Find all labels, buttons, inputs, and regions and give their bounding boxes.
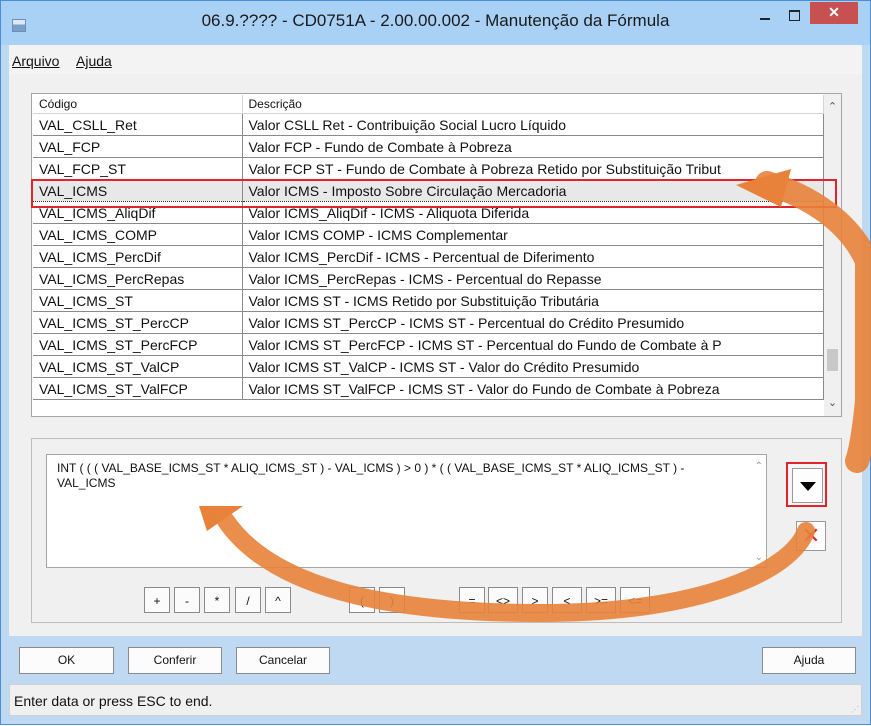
row-code: VAL_FCP (33, 135, 243, 158)
table-row[interactable]: VAL_ICMS_AliqDif Valor ICMS_AliqDif - ICM… (33, 201, 824, 224)
row-code: VAL_FCP_ST (33, 157, 243, 180)
row-description: Valor ICMS ST_ValCP - ICMS ST - Valor do… (242, 355, 824, 378)
row-description: Valor ICMS_PercRepas - ICMS - Percentual… (242, 267, 824, 290)
row-description: Valor ICMS ST_PercFCP - ICMS ST - Percen… (242, 333, 824, 356)
title-bar: 06.9.???? - CD0751A - 2.00.00.002 - Manu… (1, 1, 870, 45)
chevron-up-icon[interactable]: ⌃ (824, 100, 841, 114)
column-header-descricao[interactable]: Descrição (242, 95, 824, 114)
table-row[interactable]: VAL_FCP_ST Valor FCP ST - Fundo de Combat… (33, 157, 824, 180)
scroll-thumb[interactable] (827, 349, 838, 371)
row-code: VAL_ICMS_PercRepas (33, 267, 243, 290)
formula-maintenance-window: 06.9.???? - CD0751A - 2.00.00.002 - Manu… (0, 0, 871, 725)
table-row[interactable]: VAL_FCP Valor FCP - Fundo de Combate à Po… (33, 135, 824, 158)
insert-field-button[interactable] (786, 462, 827, 507)
operator-minus-button[interactable]: - (174, 587, 200, 613)
resize-grip-icon[interactable]: ⋰ (851, 705, 859, 714)
row-code: VAL_ICMS_AliqDif (33, 201, 243, 224)
row-description: Valor FCP - Fundo de Combate à Pobreza (242, 135, 824, 158)
menu-bar: Arquivo Ajuda (9, 45, 862, 76)
chevron-down-icon[interactable]: ⌄ (824, 396, 841, 410)
operator-plus-button[interactable]: + (144, 587, 170, 613)
row-description: Valor ICMS COMP - ICMS Complementar (242, 223, 824, 246)
table-row[interactable]: VAL_ICMS_ST_PercFCP Valor ICMS ST_PercFCP… (33, 333, 824, 356)
row-description: Valor ICMS_AliqDif - ICMS - Aliquota Dif… (242, 201, 824, 224)
table-row[interactable]: VAL_ICMS_ST_ValCP Valor ICMS ST_ValCP - I… (33, 355, 824, 378)
window-title: 06.9.???? - CD0751A - 2.00.00.002 - Manu… (201, 11, 670, 30)
table-row[interactable]: VAL_ICMS_ST_ValFCP Valor ICMS ST_ValFCP -… (33, 377, 824, 400)
table-row[interactable]: VAL_ICMS_PercDif Valor ICMS_PercDif - ICM… (33, 245, 824, 268)
action-bar: OK Conferir Cancelar Ajuda (9, 636, 862, 679)
menu-arquivo[interactable]: Arquivo (12, 53, 59, 69)
list-scrollbar[interactable]: ⌃ ⌄ (824, 94, 841, 416)
operator-divide-button[interactable]: / (235, 587, 261, 613)
row-description: Valor ICMS - Imposto Sobre Circulação Me… (242, 179, 824, 202)
close-paren-button[interactable]: ) (379, 587, 405, 613)
row-code: VAL_ICMS_ST_PercFCP (33, 333, 243, 356)
status-bar: Enter data or press ESC to end. ⋰ (9, 684, 862, 716)
row-description: Valor ICMS ST - ICMS Retido por Substitu… (242, 289, 824, 312)
operator-multiply-button[interactable]: * (204, 587, 230, 613)
row-code: VAL_ICMS_ST (33, 289, 243, 312)
row-description: Valor FCP ST - Fundo de Combate à Pobrez… (242, 157, 824, 180)
cancelar-button[interactable]: Cancelar (236, 647, 330, 674)
status-text: Enter data or press ESC to end. (14, 693, 213, 709)
chevron-up-icon[interactable]: ⌃ (755, 461, 763, 472)
conferir-button[interactable]: Conferir (128, 647, 222, 674)
row-description: Valor ICMS ST_PercCP - ICMS ST - Percent… (242, 311, 824, 334)
operator-power-button[interactable]: ^ (265, 587, 291, 613)
row-description: Valor ICMS_PercDif - ICMS - Percentual d… (242, 245, 824, 268)
row-code: VAL_ICMS_ST_ValCP (33, 355, 243, 378)
row-description: Valor ICMS ST_ValFCP - ICMS ST - Valor d… (242, 377, 824, 400)
table-row[interactable]: VAL_ICMS_ST_PercCP Valor ICMS ST_PercCP -… (33, 311, 824, 334)
row-code: VAL_ICMS_ST_ValFCP (33, 377, 243, 400)
column-header-codigo[interactable]: Código (33, 95, 243, 114)
row-code: VAL_ICMS_ST_PercCP (33, 311, 243, 334)
table-header: Código Descrição (33, 95, 824, 114)
table-row[interactable]: VAL_ICMS_ST Valor ICMS ST - ICMS Retido p… (33, 289, 824, 312)
table-row-selected[interactable]: VAL_ICMS Valor ICMS - Imposto Sobre Circu… (33, 179, 824, 202)
ok-button[interactable]: OK (19, 647, 114, 674)
ajuda-button[interactable]: Ajuda (762, 647, 856, 674)
formula-editor[interactable]: INT ( ( ( VAL_BASE_ICMS_ST * ALIQ_ICMS_S… (46, 454, 767, 568)
operator-equal-button[interactable]: = (459, 587, 485, 613)
row-code: VAL_ICMS (33, 179, 243, 202)
operator-not-equal-button[interactable]: <> (488, 587, 518, 613)
formula-panel: INT ( ( ( VAL_BASE_ICMS_ST * ALIQ_ICMS_S… (31, 438, 842, 623)
clear-formula-button[interactable]: ✕ (796, 521, 826, 551)
row-code: VAL_ICMS_COMP (33, 223, 243, 246)
open-paren-button[interactable]: ( (349, 587, 375, 613)
table-row[interactable]: VAL_ICMS_PercRepas Valor ICMS_PercRepas -… (33, 267, 824, 290)
close-button[interactable]: ✕ (810, 2, 858, 24)
formula-text[interactable]: INT ( ( ( VAL_BASE_ICMS_ST * ALIQ_ICMS_S… (57, 461, 737, 491)
main-content: Código Descrição VAL_CSLL_Ret Valor CSLL … (9, 75, 862, 636)
field-table: Código Descrição VAL_CSLL_Ret Valor CSLL … (33, 95, 824, 400)
menu-ajuda[interactable]: Ajuda (76, 53, 112, 69)
caret-down-icon (800, 482, 816, 491)
field-list: Código Descrição VAL_CSLL_Ret Valor CSLL … (31, 93, 842, 417)
maximize-button[interactable] (781, 6, 808, 26)
table-row[interactable]: VAL_ICMS_COMP Valor ICMS COMP - ICMS Comp… (33, 223, 824, 246)
operator-less-button[interactable]: < (552, 587, 582, 613)
insert-field-button-face (792, 468, 823, 503)
table-row[interactable]: VAL_CSLL_Ret Valor CSLL Ret - Contribuiçã… (33, 113, 824, 136)
row-code: VAL_ICMS_PercDif (33, 245, 243, 268)
row-code: VAL_CSLL_Ret (33, 113, 243, 136)
row-description: Valor CSLL Ret - Contribuição Social Luc… (242, 113, 824, 136)
minimize-button[interactable] (752, 6, 779, 26)
operator-greater-button[interactable]: > (522, 587, 548, 613)
operator-greater-equal-button[interactable]: >= (586, 587, 616, 613)
operator-less-equal-button[interactable]: <= (620, 587, 650, 613)
chevron-down-icon[interactable]: ⌄ (755, 552, 763, 563)
